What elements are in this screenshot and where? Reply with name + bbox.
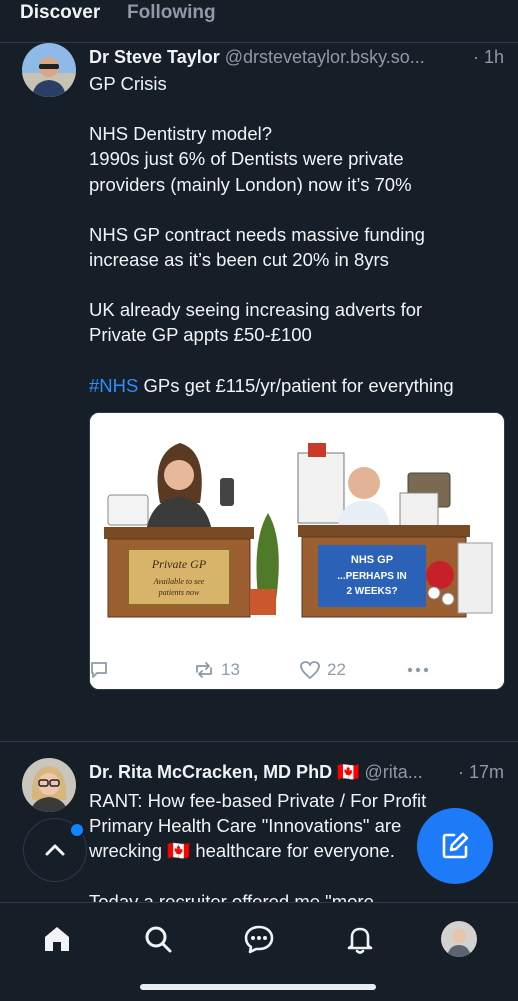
- tab-discover[interactable]: Discover: [20, 2, 100, 24]
- like-count: 22: [327, 660, 346, 679]
- heart-icon: [300, 661, 320, 679]
- post-line: providers (mainly London) now it’s 70%: [89, 173, 412, 195]
- post-line: Today a recruiter offered me "more: [89, 890, 374, 902]
- reply-button[interactable]: [89, 660, 115, 680]
- nhs-gp-subtext: ...PERHAPS IN: [337, 571, 406, 582]
- private-gp-sign: Private GP: [151, 557, 207, 571]
- nhs-gp-subtext: 2 WEEKS?: [346, 586, 397, 597]
- author-avatar[interactable]: [22, 758, 76, 812]
- search-icon: [145, 926, 172, 953]
- post-line: UK already seeing increasing adverts for: [89, 299, 423, 321]
- unread-indicator: [69, 822, 85, 838]
- post-line: GP Crisis: [89, 73, 167, 94]
- author-avatar[interactable]: [22, 43, 76, 97]
- hashtag-link[interactable]: #NHS: [89, 375, 138, 396]
- tab-following[interactable]: Following: [127, 2, 216, 24]
- more-options-button[interactable]: [406, 660, 430, 680]
- bell-icon: [347, 927, 373, 954]
- feed-tabs: Discover Following: [0, 0, 518, 43]
- flag-emoji: 🇨🇦: [337, 762, 360, 782]
- nav-home[interactable]: [39, 921, 75, 957]
- post-actions: 13 22: [89, 660, 499, 688]
- nhs-gp-sign: NHS GP: [351, 554, 393, 566]
- author-handle[interactable]: @drstevetaylor.bsky.so...: [225, 47, 425, 67]
- post-image[interactable]: Private GP Available to see patients now…: [89, 412, 505, 690]
- post-time: · 1h: [468, 47, 504, 68]
- repost-count: 13: [221, 660, 240, 679]
- private-gp-subtext: patients now: [158, 588, 200, 597]
- post-divider: [0, 741, 518, 742]
- nav-chat[interactable]: [241, 921, 277, 957]
- pen-square-icon: [442, 832, 469, 859]
- private-gp-subtext: Available to see: [153, 577, 205, 586]
- post-line: 1990s just 6% of Dentists were private: [89, 148, 404, 170]
- home-indicator: [140, 984, 376, 990]
- flag-emoji: 🇨🇦: [167, 840, 191, 862]
- post-line: NHS Dentistry model?: [89, 123, 273, 145]
- compose-button[interactable]: [417, 808, 493, 884]
- post-text: GP Crisis NHS Dentistry model? 1990s jus…: [89, 71, 504, 398]
- speech-bubble-icon: [91, 662, 107, 678]
- nav-search[interactable]: [140, 921, 176, 957]
- post-line: #NHS GPs get £115/yr/patient for everyth…: [89, 374, 454, 396]
- nav-profile[interactable]: [441, 921, 477, 957]
- author-handle[interactable]: @rita...: [365, 762, 423, 782]
- like-button[interactable]: 22: [299, 660, 346, 680]
- cartoon-illustration: Private GP Available to see patients now…: [90, 413, 504, 689]
- author-name[interactable]: Dr. Rita McCracken, MD PhD: [89, 762, 332, 782]
- chat-icon: [244, 925, 274, 954]
- home-icon: [45, 927, 69, 951]
- feed-post[interactable]: Dr Steve Taylor @drstevetaylor.bsky.so..…: [0, 43, 518, 741]
- post-line: increase as it’s been cut 20% in 8yrs: [89, 249, 389, 271]
- post-line: Private GP appts £50-£100: [89, 324, 312, 346]
- repost-button[interactable]: 13: [193, 660, 240, 680]
- ellipsis-icon: [407, 667, 429, 673]
- post-time: · 17m: [453, 762, 504, 783]
- profile-avatar: [441, 921, 477, 957]
- author-name[interactable]: Dr Steve Taylor: [89, 47, 220, 67]
- post-line: NHS GP contract needs massive funding: [89, 223, 425, 245]
- nav-notifications[interactable]: [342, 921, 378, 957]
- repost-arrows-icon: [196, 662, 212, 678]
- chevron-up-icon: [45, 844, 65, 856]
